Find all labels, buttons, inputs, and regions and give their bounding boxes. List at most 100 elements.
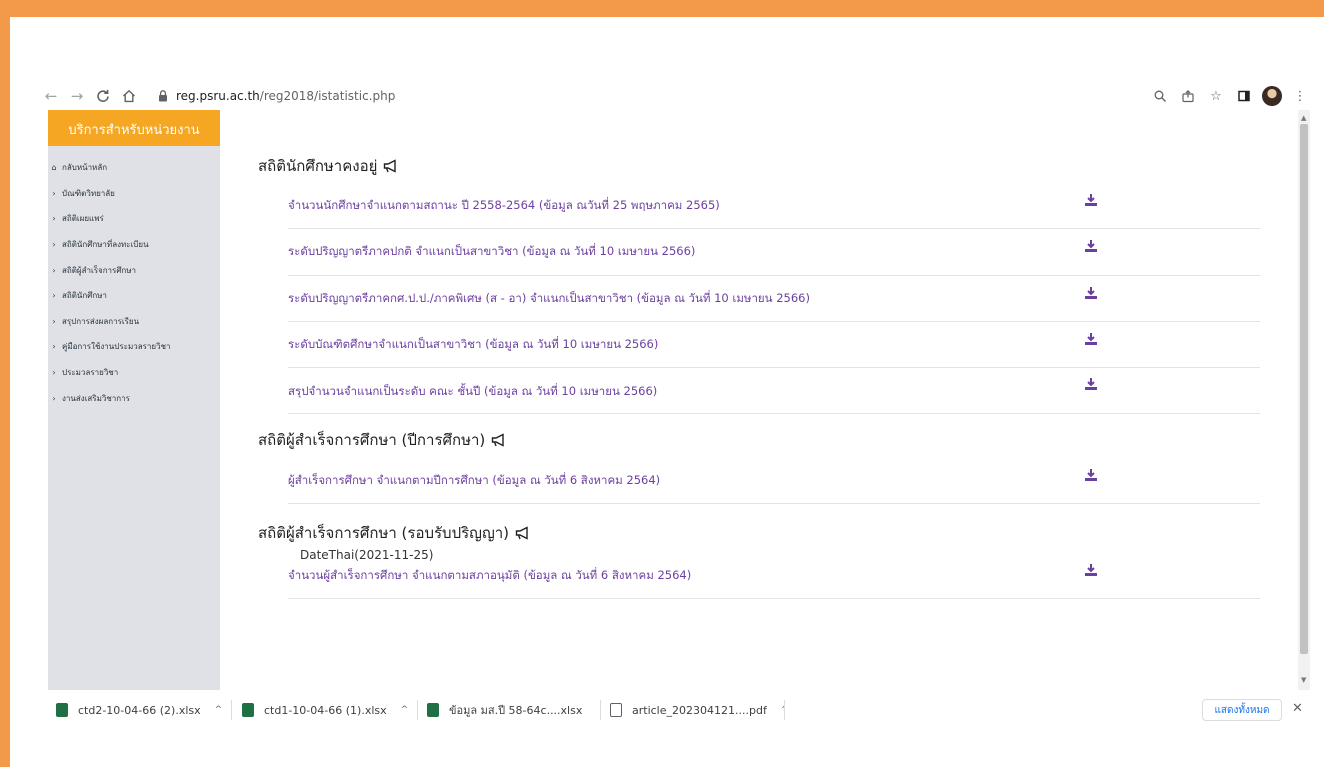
sidebar-menu: ⌂ กลับหน้าหลัก › บัณฑิตวิทยาลัย › สถิติเผยแ… <box>48 146 220 411</box>
chevron-up-icon[interactable]: ^ <box>401 705 409 715</box>
stat-link[interactable]: สรุปจำนวนจำแนกเป็นระดับ คณะ ชั้นปี (ข้อม… <box>288 383 657 401</box>
sidebar-item-label: สถิตินักศึกษาที่ลงทะเบียน <box>62 240 149 250</box>
forward-arrow-icon[interactable]: → <box>66 85 88 107</box>
reload-icon[interactable] <box>92 85 114 107</box>
section-title-text: สถิติผู้สำเร็จการศึกษา (ปีการศึกษา) <box>258 431 486 449</box>
download-item[interactable]: ข้อมูล มส.ปี 58-64c....xlsx ^ <box>427 698 597 722</box>
profile-avatar[interactable] <box>1262 86 1282 106</box>
sidebar-item-academic-promotion[interactable]: › งานส่งเสริมวิชาการ <box>48 385 220 411</box>
chevron-right-icon: › <box>52 240 56 250</box>
stat-row: ระดับบัณฑิตศึกษาจำแนกเป็นสาขาวิชา (ข้อมู… <box>288 322 1260 368</box>
share-icon[interactable] <box>1178 86 1198 106</box>
chevron-right-icon: › <box>52 342 56 352</box>
sidebar-item-graduate-stats[interactable]: › สถิติผู้สำเร็จการศึกษา <box>48 257 220 283</box>
show-all-button[interactable]: แสดงทั้งหมด <box>1202 699 1282 721</box>
section-title-text: สถิตินักศึกษาคงอยู่ <box>258 157 378 175</box>
bookmark-star-icon[interactable]: ☆ <box>1206 86 1226 106</box>
chevron-right-icon: › <box>52 316 56 326</box>
chevron-right-icon: › <box>52 265 56 275</box>
stat-link[interactable]: จำนวนผู้สำเร็จการศึกษา จำแนกตามสภาอนุมัต… <box>288 567 691 585</box>
zoom-icon[interactable] <box>1150 86 1170 106</box>
stat-row: ระดับปริญญาตรีภาคปกติ จำแนกเป็นสาขาวิชา … <box>288 229 1260 276</box>
date-note: DateThai(2021-11-25) <box>300 548 434 562</box>
sidebar-item-registered-stats[interactable]: › สถิตินักศึกษาที่ลงทะเบียน <box>48 232 220 258</box>
page-scrollbar[interactable]: ▲ ▼ <box>1298 110 1310 690</box>
megaphone-icon <box>492 433 504 447</box>
scroll-thumb[interactable] <box>1300 124 1308 654</box>
download-icon[interactable] <box>1084 468 1098 482</box>
sidebar-item-label: กลับหน้าหลัก <box>62 163 108 173</box>
download-item[interactable]: article_202304121....pdf ^ <box>610 698 784 722</box>
page-viewport: บริการสำหรับหน่วยงาน ⌂ กลับหน้าหลัก › บัณฑ… <box>48 110 1310 690</box>
downloads-bar: ctd2-10-04-66 (2).xlsx ^ ctd1-10-04-66 (… <box>44 698 1314 722</box>
stat-link[interactable]: ผู้สำเร็จการศึกษา จำแนกตามปีการศึกษา (ข้… <box>288 472 660 490</box>
download-filename: ข้อมูล มส.ปี 58-64c....xlsx <box>449 704 583 717</box>
sidebar-item-label: สถิติผู้สำเร็จการศึกษา <box>62 265 137 275</box>
chevron-right-icon: › <box>52 291 56 301</box>
sidebar-item-label: บัณฑิตวิทยาลัย <box>62 188 115 198</box>
download-filename: ctd2-10-04-66 (2).xlsx <box>78 703 201 717</box>
stat-link[interactable]: ระดับปริญญาตรีภาคกศ.ป.ป./ภาคพิเศษ (ส - อ… <box>288 290 810 308</box>
download-item[interactable]: ctd2-10-04-66 (2).xlsx ^ <box>56 698 226 722</box>
excel-file-icon <box>242 703 254 717</box>
frame-left-border <box>0 0 10 767</box>
download-filename: ctd1-10-04-66 (1).xlsx <box>264 703 387 717</box>
section-title-text: สถิติผู้สำเร็จการศึกษา (รอบรับปริญญา) <box>258 524 509 542</box>
close-icon[interactable]: ✕ <box>1292 701 1303 716</box>
download-icon[interactable] <box>1084 193 1098 207</box>
sidebar-item-student-stats[interactable]: › สถิตินักศึกษา <box>48 283 220 309</box>
scroll-up-icon[interactable]: ▲ <box>1301 114 1306 122</box>
stat-link[interactable]: ระดับปริญญาตรีภาคปกติ จำแนกเป็นสาขาวิชา … <box>288 243 695 261</box>
sidebar-item-label: ประมวลรายวิชา <box>62 368 119 378</box>
chevron-up-icon[interactable]: ^ <box>596 705 597 715</box>
stat-row: จำนวนผู้สำเร็จการศึกษา จำแนกตามสภาอนุมัต… <box>288 562 1260 599</box>
sidebar-item-published-stats[interactable]: › สถิติเผยแพร่ <box>48 206 220 232</box>
stat-link[interactable]: จำนวนนักศึกษาจำแนกตามสถานะ ปี 2558-2564 … <box>288 197 720 215</box>
sidebar-item-label: คู่มือการใช้งานประมวลรายวิชา <box>62 342 171 352</box>
megaphone-icon <box>515 526 528 540</box>
section-title-graduates-ceremony: สถิติผู้สำเร็จการศึกษา (รอบรับปริญญา) <box>258 521 531 545</box>
home-icon[interactable] <box>118 85 140 107</box>
divider <box>417 700 418 720</box>
divider <box>600 700 601 720</box>
sidebar-item-label: สถิติเผยแพร่ <box>62 214 104 224</box>
sidebar-item-label: งานส่งเสริมวิชาการ <box>62 393 130 403</box>
divider <box>231 700 232 720</box>
frame-top-border <box>0 0 1324 17</box>
section-title-graduates-year: สถิติผู้สำเร็จการศึกษา (ปีการศึกษา) <box>258 428 507 452</box>
sidebar-item-label: สรุปการส่งผลการเรียน <box>62 316 140 326</box>
download-icon[interactable] <box>1084 563 1098 577</box>
more-menu-icon[interactable]: ⋮ <box>1290 86 1310 106</box>
download-filename: article_202304121....pdf <box>632 703 767 717</box>
toolbar-actions: ☆ ⋮ <box>1150 86 1310 106</box>
download-item[interactable]: ctd1-10-04-66 (1).xlsx ^ <box>242 698 412 722</box>
url-path: /reg2018/istatistic.php <box>259 89 396 103</box>
sidebar-item-grade-submission[interactable]: › สรุปการส่งผลการเรียน <box>48 309 220 335</box>
chevron-right-icon: › <box>52 393 56 403</box>
download-icon[interactable] <box>1084 286 1098 300</box>
sidebar-item-home[interactable]: ⌂ กลับหน้าหลัก <box>48 155 220 181</box>
stat-link[interactable]: ระดับบัณฑิตศึกษาจำแนกเป็นสาขาวิชา (ข้อมู… <box>288 336 658 354</box>
home-icon: ⌂ <box>51 163 57 173</box>
sidebar-item-graduate-school[interactable]: › บัณฑิตวิทยาลัย <box>48 181 220 207</box>
url-host: reg.psru.ac.th <box>176 89 260 103</box>
sidebar-item-syllabus-manual[interactable]: › คู่มือการใช้งานประมวลรายวิชา <box>48 334 220 360</box>
stat-row: ผู้สำเร็จการศึกษา จำแนกตามปีการศึกษา (ข้… <box>288 458 1260 504</box>
lock-icon <box>156 89 170 103</box>
address-bar[interactable]: reg.psru.ac.th/reg2018/istatistic.php <box>156 89 395 103</box>
side-panel-icon[interactable] <box>1234 86 1254 106</box>
excel-file-icon <box>427 703 439 717</box>
chevron-up-icon[interactable]: ^ <box>215 705 223 715</box>
sidebar-header: บริการสำหรับหน่วยงาน <box>48 110 220 146</box>
sidebar-item-syllabus[interactable]: › ประมวลรายวิชา <box>48 360 220 386</box>
download-icon[interactable] <box>1084 377 1098 391</box>
sidebar-item-label: สถิตินักศึกษา <box>62 291 107 301</box>
pdf-file-icon <box>610 703 622 717</box>
stat-row: สรุปจำนวนจำแนกเป็นระดับ คณะ ชั้นปี (ข้อม… <box>288 368 1260 414</box>
browser-toolbar: ← → reg.psru.ac.th/reg2018/istatistic.ph… <box>40 84 1310 108</box>
download-icon[interactable] <box>1084 239 1098 253</box>
back-arrow-icon[interactable]: ← <box>40 85 62 107</box>
scroll-down-icon[interactable]: ▼ <box>1301 676 1306 684</box>
download-icon[interactable] <box>1084 332 1098 346</box>
divider <box>784 700 785 720</box>
